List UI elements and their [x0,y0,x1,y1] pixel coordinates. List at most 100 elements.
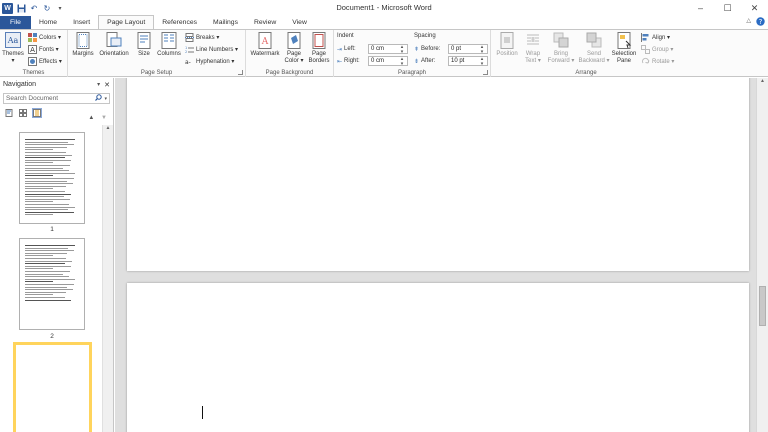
tab-view[interactable]: View [284,16,315,29]
thumbnail-text-line [25,204,69,205]
nav-previous-icon[interactable]: ▲ [88,115,94,121]
indent-left-input[interactable]: 0 cm [368,44,408,54]
svg-text:a-: a- [185,59,191,66]
group-button[interactable]: Group ▾ [641,44,673,55]
watermark-label: Watermark [250,51,280,57]
wrap-text-button[interactable]: Wrap Text ▾ [521,32,545,64]
help-icon[interactable]: ? [756,17,765,28]
columns-label: Columns [157,51,181,57]
rotate-button[interactable]: Rotate ▾ [641,56,674,67]
nav-search-input[interactable]: Search Document [6,95,58,102]
hyphenation-button[interactable]: a- Hyphenation ▾ [185,56,234,67]
tab-review[interactable]: Review [246,16,284,29]
collapse-ribbon-icon[interactable]: △ [746,17,751,28]
tab-mailings[interactable]: Mailings [205,16,246,29]
nav-scrollbar[interactable]: ▲ [102,125,113,432]
thumbnail-text-line [25,165,70,166]
bring-forward-icon [553,32,569,48]
page-color-button[interactable]: Page Color ▾ [283,32,305,64]
page-borders-button[interactable]: Page Borders [306,32,332,64]
thumbnail-text-line [25,178,74,179]
word-logo-icon[interactable]: W [2,2,13,14]
search-dropdown-icon[interactable]: ▾ [104,96,107,102]
page-color-icon [287,32,301,49]
indent-right-input[interactable]: 0 cm [368,56,408,66]
paragraph-launcher-icon[interactable] [483,70,488,75]
thumbnail-text-line [25,265,71,267]
thumbnail-text-line [25,198,70,200]
group-label: Group ▾ [652,47,674,53]
spacing-after-input[interactable]: 10 pt [448,56,488,66]
fonts-button[interactable]: A Fonts ▾ [28,44,59,55]
spacing-before-input[interactable]: 0 pt [448,44,488,54]
document-scrollbar[interactable]: ▲ [756,78,768,432]
orientation-button[interactable]: Orientation [97,32,131,58]
document-page-3[interactable] [127,283,749,432]
tab-file[interactable]: File [0,16,31,29]
paragraph-group: Indent ⇥ Left: 0 cm ⇤ Right: 0 cm Spacin… [334,30,491,77]
document-page-2[interactable] [127,78,749,271]
thumbnail-text-line [25,214,53,216]
headings-view-icon[interactable] [4,108,14,118]
close-button[interactable]: ✕ [741,0,768,16]
thumbnail-text-line [25,191,65,192]
indent-right-label: ⇤ Right: [337,56,360,66]
thumbnail-text-line [25,247,68,249]
thumbnail-text-line [25,146,67,148]
page-thumbnail-3[interactable] [13,342,92,432]
selection-pane-label-2: Pane [616,57,631,64]
nav-search-box[interactable]: Search Document ▾ [3,93,110,104]
page-thumbnail-1[interactable] [19,132,85,224]
page-borders-icon [312,32,326,49]
tab-home[interactable]: Home [31,16,65,29]
bring-forward-button[interactable]: Bring Forward ▾ [545,32,577,64]
colors-button[interactable]: Colors ▾ [28,32,61,43]
breaks-button[interactable]: Breaks ▾ [185,32,219,43]
results-view-icon[interactable] [32,108,42,118]
maximize-button[interactable]: ☐ [714,0,741,16]
svg-text:Aa: Aa [7,36,19,45]
spacing-after-text: After: [421,58,436,64]
search-icon[interactable] [95,94,103,103]
thumbnail-text-line [25,255,53,257]
doc-scroll-thumb[interactable] [759,286,766,326]
thumbnail-text-line [25,180,67,182]
margins-button[interactable]: Margins [71,32,95,58]
page-thumbnail-2[interactable] [19,238,85,330]
wrap-text-icon [527,34,539,45]
rotate-label: Rotate ▾ [652,59,675,65]
document-area[interactable] [115,78,756,432]
rotate-icon [642,57,650,64]
position-button[interactable]: Position [493,32,521,58]
thumbnail-text-line [25,273,63,275]
paragraph-group-label: Paragraph [397,70,427,76]
effects-button[interactable]: Effects ▾ [28,56,62,67]
thumbnail-text-line [25,268,53,270]
watermark-button[interactable]: A Watermark [248,32,282,58]
themes-button[interactable]: Aa Themes ▾ [2,32,24,64]
align-button[interactable]: Align ▾ [641,32,670,43]
size-button[interactable]: Size [134,32,154,58]
doc-scroll-up-icon[interactable]: ▲ [757,78,768,87]
nav-scroll-up-icon[interactable]: ▲ [103,125,113,134]
nav-close-icon[interactable]: ✕ [104,81,110,89]
send-backward-button[interactable]: Send Backward ▾ [577,32,611,64]
tab-references[interactable]: References [154,16,205,29]
nav-options-icon[interactable]: ▾ [97,81,100,89]
redo-icon[interactable]: ↻ [42,3,52,13]
hyphenation-label: Hyphenation ▾ [196,59,235,65]
line-numbers-button[interactable]: 12 Line Numbers ▾ [185,44,238,55]
columns-button[interactable]: Columns [156,32,182,58]
pages-view-icon[interactable] [18,108,28,118]
tab-page-layout[interactable]: Page Layout [98,15,155,29]
minimize-button[interactable]: – [687,0,714,16]
page-setup-launcher-icon[interactable] [238,70,243,75]
tab-insert[interactable]: Insert [65,16,98,29]
customize-icon[interactable]: ▾ [55,3,65,13]
save-icon[interactable] [16,3,26,13]
nav-next-icon[interactable]: ▼ [101,115,107,121]
spacing-before-text: Before: [421,46,441,52]
selection-pane-button[interactable]: Selection Pane [609,32,639,64]
undo-icon[interactable]: ↶ [29,3,39,13]
thumbnail-text-line [25,154,72,156]
